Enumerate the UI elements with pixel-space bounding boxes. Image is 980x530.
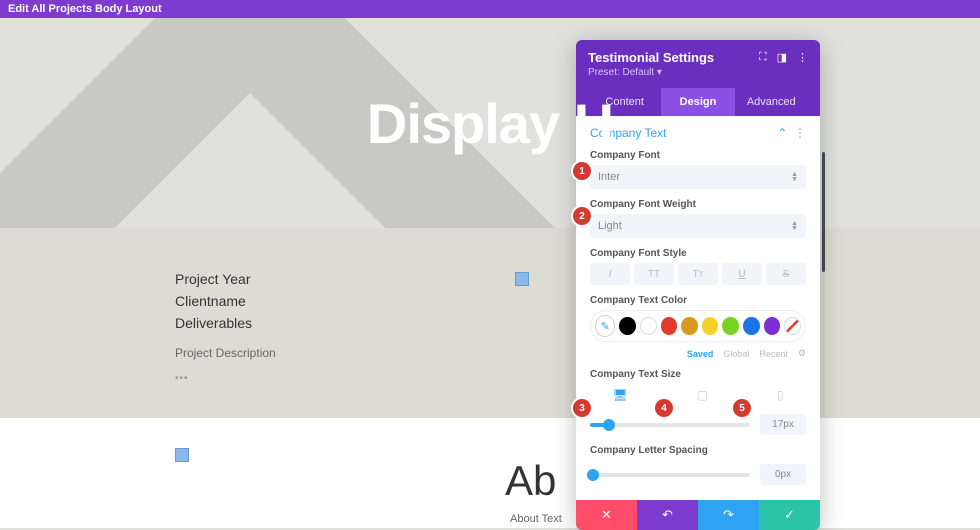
color-swatch[interactable] (722, 317, 739, 335)
hero-title: Display H (367, 91, 613, 156)
no-color-swatch[interactable] (784, 317, 801, 335)
project-meta: Project Year Clientname Deliverables Pro… (175, 268, 505, 418)
gear-icon[interactable]: ⚙ (798, 348, 806, 359)
panel-tabs: Content Design Advanced (588, 88, 808, 116)
callout-badge-5: 5 (733, 399, 751, 417)
redo-button[interactable]: ↷ (698, 500, 759, 530)
kebab-icon[interactable]: ⋮ (794, 126, 806, 140)
weight-label: Company Font Weight (590, 199, 806, 210)
size-label: Company Text Size (590, 369, 806, 380)
spacing-label: Company Letter Spacing (590, 445, 806, 456)
project-year: Project Year (175, 268, 505, 290)
color-source-tabs: Saved Global Recent ⚙ (590, 348, 806, 359)
panel-footer: ✕ ↶ ↷ ✓ (576, 500, 820, 530)
tab-design[interactable]: Design (661, 88, 734, 116)
project-client: Clientname (175, 290, 505, 312)
style-label: Company Font Style (590, 248, 806, 259)
callout-badge-3: 3 (573, 399, 591, 417)
select-arrows-icon: ▲▼ (791, 221, 798, 231)
project-description: Project Description (175, 342, 505, 364)
panel-title: Testimonial Settings (588, 50, 714, 65)
color-label: Company Text Color (590, 295, 806, 306)
color-swatch[interactable] (640, 317, 657, 335)
color-swatch[interactable] (764, 317, 781, 335)
uppercase-button[interactable]: TT (634, 263, 674, 285)
device-tabs: 🖥 ▢ ▯ (590, 384, 806, 406)
weight-select[interactable]: Light ▲▼ (590, 214, 806, 238)
color-swatch[interactable] (661, 317, 678, 335)
project-deliverables: Deliverables (175, 312, 505, 334)
chevron-up-icon: ⌃ (777, 126, 787, 140)
ellipsis-icon[interactable]: ••• (175, 368, 505, 390)
save-button[interactable]: ✓ (759, 500, 820, 530)
select-arrows-icon: ▲▼ (791, 172, 798, 182)
undo-button[interactable]: ↶ (637, 500, 698, 530)
about-section: Ab About Text (0, 418, 980, 528)
text-size-value[interactable]: 17px (760, 414, 806, 435)
color-swatch[interactable] (681, 317, 698, 335)
panel-body: Company Text ⌃ ⋮ Company Font Inter ▲▼ C… (576, 116, 820, 500)
color-swatch[interactable] (619, 317, 636, 335)
tab-saved[interactable]: Saved (687, 349, 714, 359)
phone-icon[interactable]: ▯ (777, 388, 784, 402)
font-label: Company Font (590, 150, 806, 161)
tab-advanced[interactable]: Advanced (735, 88, 808, 116)
letter-spacing-slider[interactable] (590, 473, 750, 477)
project-band: Project Year Clientname Deliverables Pro… (0, 228, 980, 418)
preset-selector[interactable]: Preset: Default ▾ (588, 67, 808, 78)
letter-spacing-value[interactable]: 0px (760, 464, 806, 485)
topbar-title: Edit All Projects Body Layout (8, 3, 162, 15)
callout-badge-4: 4 (655, 399, 673, 417)
italic-button[interactable]: I (590, 263, 630, 285)
scrollbar[interactable] (822, 152, 825, 272)
eyedropper-icon[interactable]: ✎ (595, 315, 615, 337)
tab-recent[interactable]: Recent (759, 349, 788, 359)
tablet-icon[interactable]: ▢ (697, 388, 708, 402)
smallcaps-button[interactable]: Tᴛ (678, 263, 718, 285)
kebab-icon[interactable]: ⋮ (797, 51, 808, 64)
expand-icon[interactable]: ⛶ (759, 51, 767, 64)
callout-badge-2: 2 (573, 207, 591, 225)
snap-icon[interactable]: ◨ (777, 51, 787, 64)
image-placeholder-icon[interactable] (515, 272, 529, 286)
desktop-icon[interactable]: 🖥 (612, 388, 627, 402)
hero-section: Display H (0, 18, 980, 228)
image-placeholder-icon[interactable] (175, 448, 189, 462)
tab-global[interactable]: Global (723, 349, 749, 359)
font-style-group: I TT Tᴛ U S (590, 263, 806, 285)
section-toggle[interactable]: Company Text ⌃ ⋮ (590, 126, 806, 140)
color-swatch[interactable] (702, 317, 719, 335)
strike-button[interactable]: S (766, 263, 806, 285)
callout-badge-1: 1 (573, 162, 591, 180)
cancel-button[interactable]: ✕ (576, 500, 637, 530)
font-select[interactable]: Inter ▲▼ (590, 165, 806, 189)
underline-button[interactable]: U (722, 263, 762, 285)
top-bar: Edit All Projects Body Layout (0, 0, 980, 18)
color-swatches: ✎ (590, 310, 806, 342)
color-swatch[interactable] (743, 317, 760, 335)
text-size-slider[interactable] (590, 423, 750, 427)
